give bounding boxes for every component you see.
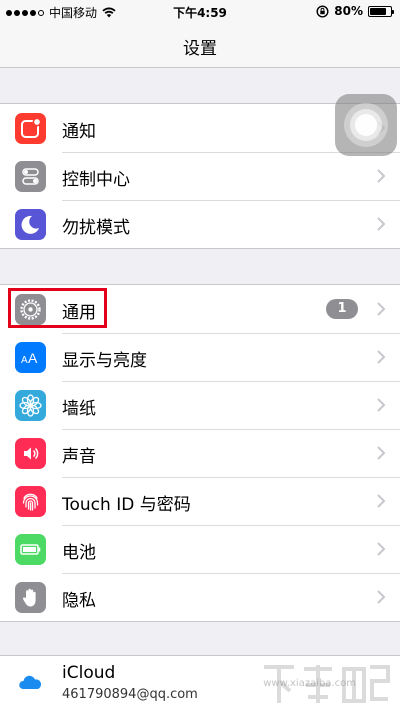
row-label: 电池 [62, 543, 96, 563]
update-badge: 1 [326, 299, 358, 319]
row-label: Touch ID 与密码 [62, 495, 191, 515]
hand-icon [15, 582, 46, 613]
rotation-lock-icon [316, 4, 329, 18]
chevron-right-icon [377, 590, 386, 604]
account-email: 461790894@qq.com [62, 687, 198, 702]
row-label: 墙纸 [62, 399, 96, 419]
row-label: 声音 [62, 447, 96, 467]
row-label: 通知 [62, 122, 96, 142]
row-sounds[interactable]: 声音 [0, 429, 400, 477]
row-battery[interactable]: 电池 [0, 525, 400, 573]
navigation-bar: 设置 [0, 22, 400, 68]
settings-group-2: 通用 1 AA 显示与亮度 墙纸 声音 Touch ID 与密码 电池 隐私 [0, 284, 400, 622]
chevron-right-icon [377, 542, 386, 556]
row-label: iCloud [62, 663, 116, 683]
status-right: 80% [316, 4, 394, 18]
status-bar: 中国移动 下午4:59 80% [0, 0, 400, 22]
chevron-right-icon [377, 446, 386, 460]
row-display-brightness[interactable]: AA 显示与亮度 [0, 333, 400, 381]
chevron-right-icon [377, 398, 386, 412]
row-touch-id-passcode[interactable]: Touch ID 与密码 [0, 477, 400, 525]
row-label: 显示与亮度 [62, 351, 147, 371]
row-label: 通用 [62, 303, 96, 323]
fingerprint-icon [15, 486, 46, 517]
chevron-right-icon [377, 217, 386, 231]
page-title: 设置 [183, 39, 217, 59]
row-wallpaper[interactable]: 墙纸 [0, 381, 400, 429]
row-do-not-disturb[interactable]: 勿扰模式 [0, 200, 400, 248]
speaker-icon [15, 438, 46, 469]
chevron-right-icon [377, 350, 386, 364]
battery-icon [368, 5, 394, 17]
notifications-icon [15, 113, 46, 144]
gear-icon [15, 294, 46, 325]
control-center-icon [15, 161, 46, 192]
moon-icon [15, 209, 46, 240]
svg-text:A: A [28, 350, 38, 366]
row-label: 隐私 [62, 591, 96, 611]
chevron-right-icon [377, 169, 386, 183]
assistive-touch-button[interactable] [335, 94, 397, 156]
battery-icon [15, 534, 46, 565]
chevron-right-icon [377, 494, 386, 508]
svg-text:A: A [21, 355, 28, 366]
chevron-right-icon [377, 302, 386, 316]
row-privacy[interactable]: 隐私 [0, 573, 400, 621]
wallpaper-flower-icon [15, 390, 46, 421]
watermark-logo [264, 665, 390, 703]
row-label: 控制中心 [62, 170, 130, 190]
row-general[interactable]: 通用 1 [0, 285, 400, 333]
battery-percent: 80% [334, 4, 363, 18]
icloud-icon [15, 668, 46, 699]
row-control-center[interactable]: 控制中心 [0, 152, 400, 200]
display-brightness-icon: AA [15, 342, 46, 373]
row-label: 勿扰模式 [62, 218, 130, 238]
